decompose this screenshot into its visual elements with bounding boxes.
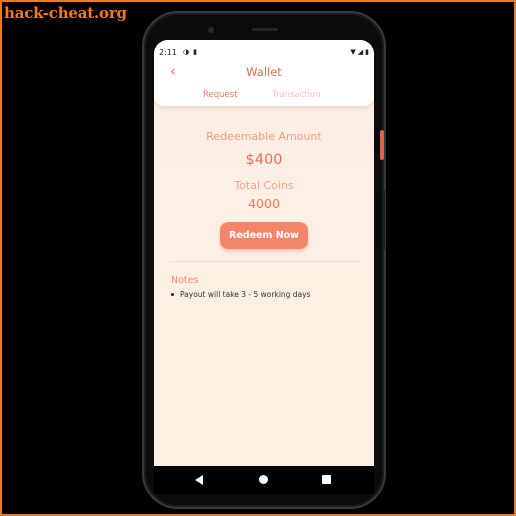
nav-recents-icon[interactable] — [322, 475, 331, 484]
notes-title: Notes — [171, 275, 199, 286]
tab-request[interactable]: Request — [203, 90, 238, 100]
sd-card-icon: ▮ — [193, 48, 197, 56]
app-screen: 2:11 ◑ ▮ ▼ ◢ ▮ ‹ Wallet Request Transact… — [154, 40, 374, 466]
volume-button[interactable] — [382, 190, 385, 250]
power-button[interactable] — [380, 130, 384, 160]
redeemable-amount-label: Redeemable Amount — [206, 130, 322, 143]
front-camera — [208, 27, 214, 33]
system-nav-bar — [154, 466, 374, 494]
nav-home-icon[interactable] — [259, 475, 268, 484]
status-time: 2:11 — [159, 47, 177, 57]
status-bar: 2:11 ◑ ▮ ▼ ◢ ▮ — [159, 46, 369, 58]
data-saver-icon: ◑ — [182, 48, 190, 56]
note-text: Payout will take 3 - 5 working days — [180, 290, 311, 299]
redeemable-amount-value: $400 — [245, 152, 283, 168]
bullet-icon — [171, 293, 174, 296]
app-header: 2:11 ◑ ▮ ▼ ◢ ▮ ‹ Wallet Request Transact… — [154, 40, 374, 106]
signal-icon: ◢ — [357, 48, 364, 56]
wifi-icon: ▼ — [350, 48, 356, 56]
divider — [170, 261, 362, 262]
earpiece-speaker — [252, 28, 278, 31]
page-title: Wallet — [246, 65, 282, 79]
total-coins-label: Total Coins — [234, 179, 294, 192]
note-item: Payout will take 3 - 5 working days — [171, 290, 311, 299]
tab-transaction[interactable]: Transaction — [272, 90, 321, 100]
nav-back-icon[interactable] — [195, 475, 203, 485]
battery-icon: ▮ — [365, 48, 369, 56]
total-coins-value: 4000 — [248, 196, 280, 211]
redeem-now-button[interactable]: Redeem Now — [220, 222, 308, 249]
watermark: hack-cheat.org — [4, 4, 127, 22]
